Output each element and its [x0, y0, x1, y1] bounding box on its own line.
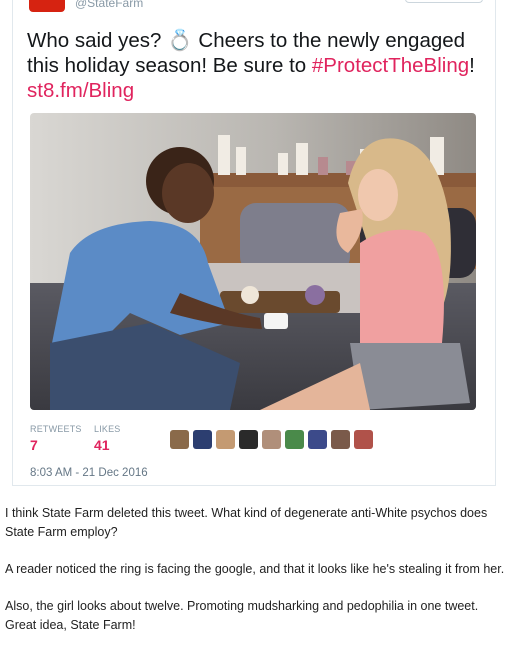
liker-avatar[interactable] [216, 430, 235, 449]
liker-avatar[interactable] [262, 430, 281, 449]
tweet-text-part1: Who said yes? [27, 29, 168, 52]
retweets-stat[interactable]: RETWEETS 7 [30, 424, 82, 453]
ring-emoji-icon: 💍 [167, 29, 193, 52]
liker-avatar[interactable] [308, 430, 327, 449]
liker-avatar[interactable] [354, 430, 373, 449]
liker-avatar[interactable] [170, 430, 189, 449]
liker-avatar[interactable] [193, 430, 212, 449]
article-paragraph: A reader noticed the ring is facing the … [5, 562, 505, 576]
tweet-url-link[interactable]: st8.fm/Bling [27, 79, 134, 102]
article-body: I think State Farm deleted this tweet. W… [5, 504, 505, 653]
likes-label: LIKES [94, 424, 121, 434]
tweet-card: @StateFarm Who said yes? 💍 Cheers to the… [12, 0, 496, 486]
liker-avatar[interactable] [239, 430, 258, 449]
likes-stat[interactable]: LIKES 41 [94, 424, 121, 453]
statefarm-logo-avatar[interactable] [29, 0, 65, 12]
tweet-timestamp[interactable]: 8:03 AM - 21 Dec 2016 [30, 467, 148, 479]
hashtag-link[interactable]: #ProtectTheBling [312, 54, 469, 77]
tweet-stats: RETWEETS 7 LIKES 41 [30, 424, 476, 454]
retweets-count: 7 [30, 437, 38, 453]
tweet-photo[interactable] [30, 113, 476, 410]
follow-button[interactable] [405, 0, 483, 3]
tweet-handle[interactable]: @StateFarm [75, 0, 143, 10]
tweet-text-part3: ! [469, 54, 475, 77]
liker-avatar[interactable] [285, 430, 304, 449]
liker-avatar[interactable] [331, 430, 350, 449]
article-paragraph: Also, the girl looks about twelve. Promo… [5, 599, 479, 632]
article-paragraph: I think State Farm deleted this tweet. W… [5, 506, 488, 539]
tweet-header: @StateFarm [27, 0, 487, 14]
likes-count: 41 [94, 437, 110, 453]
tweet-text: Who said yes? 💍 Cheers to the newly enga… [27, 28, 497, 103]
retweets-label: RETWEETS [30, 424, 82, 434]
